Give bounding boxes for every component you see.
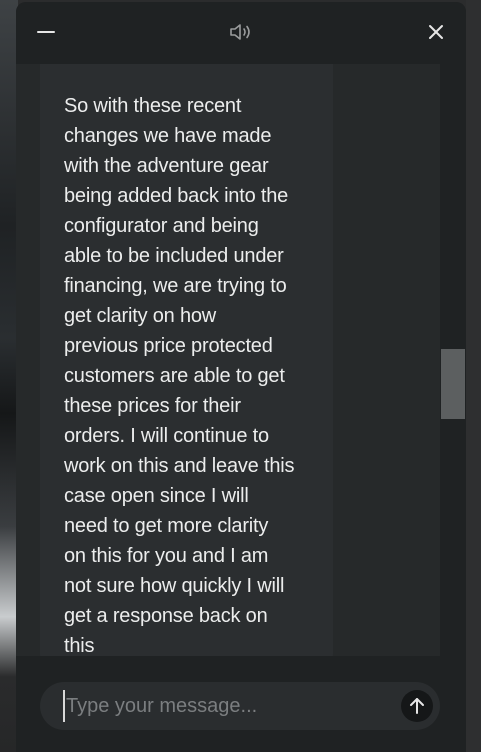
message-list: So with these recent changes we have mad… (16, 64, 440, 656)
message-line: work on this and leave this (64, 455, 295, 477)
chat-window: So with these recent changes we have mad… (16, 2, 466, 752)
message-line: configurator and being (64, 215, 259, 237)
close-button[interactable] (420, 16, 452, 48)
message-line: not sure how quickly I will (64, 575, 285, 597)
send-button[interactable] (401, 690, 433, 722)
message-line: these prices for their (64, 395, 241, 417)
message-line: customers are able to get (64, 365, 285, 387)
message-line: previous price protected (64, 335, 273, 357)
message-line: changes we have made (64, 125, 272, 147)
speaker-icon (230, 24, 250, 40)
message-input[interactable] (63, 690, 386, 722)
scrollbar-track[interactable] (440, 64, 466, 656)
agent-message-text: So with these recent changes we have mad… (64, 91, 316, 656)
minimize-button[interactable] (30, 16, 62, 48)
background-right (466, 0, 481, 752)
minus-icon (37, 31, 55, 33)
message-line: orders. I will continue to (64, 425, 269, 447)
message-line: get a response back on (64, 605, 268, 627)
message-line: being added back into the (64, 185, 289, 207)
arrow-up-icon (410, 698, 424, 714)
message-line: on this for you and I am (64, 545, 269, 567)
chat-header (16, 2, 466, 64)
message-line: need to get more clarity (64, 515, 269, 537)
message-line: this (64, 635, 95, 656)
message-composer (16, 656, 466, 752)
sound-button[interactable] (226, 16, 258, 48)
message-line: financing, we are trying to (64, 275, 287, 297)
agent-message-bubble: So with these recent changes we have mad… (40, 64, 333, 656)
message-line: able to be included under (64, 245, 284, 267)
scrollbar-thumb[interactable] (441, 349, 465, 419)
close-icon (429, 25, 443, 39)
message-line: with the adventure gear (64, 155, 269, 177)
message-line: So with these recent (64, 95, 242, 117)
message-input-container (40, 682, 440, 730)
message-line: case open since I will (64, 485, 249, 507)
message-line: get clarity on how (64, 305, 217, 327)
